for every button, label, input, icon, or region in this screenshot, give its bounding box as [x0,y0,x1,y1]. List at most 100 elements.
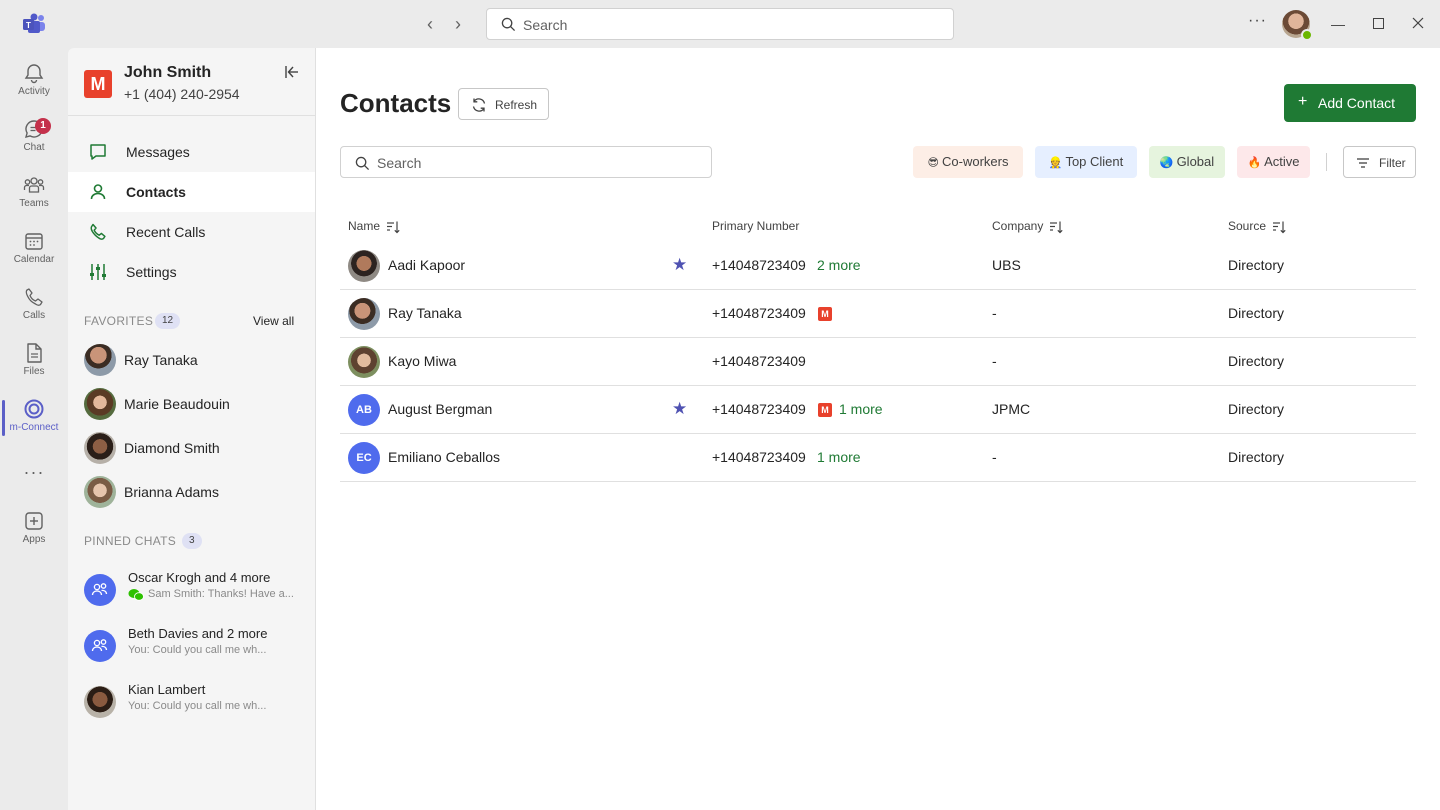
nav-contacts[interactable]: Contacts [68,172,315,212]
calendar-icon [25,233,43,250]
rail-chat[interactable]: 1 Chat [0,114,68,166]
group-icon [91,639,108,652]
favorites-title: FAVORITES [84,314,154,328]
view-all-link[interactable]: View all [253,314,294,328]
table-row[interactable]: EC Emiliano Ceballos +14048723409 1 more… [340,434,1416,482]
more-apps-icon: ··· [23,462,45,482]
table-row[interactable]: Kayo Miwa +14048723409 - Directory [340,338,1416,386]
rail-label: m-Connect [9,422,59,433]
contact-name: August Bergman [388,401,493,417]
user-avatar[interactable] [1282,10,1313,41]
column-header-name[interactable]: Name [348,219,400,234]
favorite-item[interactable]: Ray Tanaka [84,344,304,380]
header-label: Primary Number [712,219,800,233]
message-icon [90,144,106,160]
more-numbers-link[interactable]: 1 more [817,449,861,465]
app-rail: Activity 1 Chat Teams Calendar Calls Fil… [0,48,68,810]
more-options-icon[interactable]: ··· [1248,12,1267,30]
more-numbers-link[interactable]: 1 more [839,401,883,417]
title-bar: T ‹ › Search ··· — [0,0,1440,48]
table-row[interactable]: Aadi Kapoor ★ +14048723409 2 more UBS Di… [340,242,1416,290]
collapse-sidebar-icon[interactable] [284,64,300,80]
person-icon [90,184,106,200]
rail-apps[interactable]: Apps [0,506,68,558]
contact-search-input[interactable]: Search [340,146,712,178]
rail-label: Teams [19,198,49,209]
rail-label: Chat [23,142,45,153]
rail-more-apps[interactable]: ··· [0,458,68,486]
chip-active[interactable]: 🔥 Active [1237,146,1310,178]
minimize-icon[interactable]: — [1328,14,1348,34]
teams-logo-icon: T [23,13,45,33]
rail-teams[interactable]: Teams [0,170,68,222]
page-title: Contacts [340,88,452,118]
chip-label: Global [1176,154,1215,169]
rail-calls[interactable]: Calls [0,282,68,334]
table-row[interactable]: Ray Tanaka +14048723409 M - Directory [340,290,1416,338]
favorite-item[interactable]: Marie Beaudouin [84,388,304,424]
column-header-company[interactable]: Company [992,219,1063,234]
pinned-chat-item[interactable]: Beth Davies and 2 more You: Could you ca… [84,626,308,666]
chip-co-workers[interactable]: 😎 Co-workers [913,146,1023,178]
rail-label: Activity [18,86,50,97]
contact-name: Ray Tanaka [388,305,462,321]
company: UBS [992,257,1021,273]
chat-name: Beth Davies and 2 more [128,626,268,641]
favorite-item[interactable]: Brianna Adams [84,476,304,512]
globe-emoji-icon: 🌏 [1159,157,1174,169]
sort-icon [387,221,400,234]
back-arrow-icon[interactable]: ‹ [420,14,440,34]
close-window-icon[interactable] [1408,14,1428,34]
sort-icon [1273,221,1286,234]
worker-emoji-icon: 👷 [1048,157,1063,169]
rail-calendar[interactable]: Calendar [0,226,68,278]
forward-arrow-icon[interactable]: › [448,14,468,34]
search-icon [355,156,370,171]
source: Directory [1228,401,1285,417]
presence-available-icon [1301,29,1313,41]
more-numbers-link[interactable]: 2 more [817,257,861,273]
chip-global[interactable]: 🌏 Global [1149,146,1225,178]
favorites-count: 12 [155,313,181,329]
mconnect-logo-icon: M [818,307,832,321]
source: Directory [1228,257,1285,273]
sunglasses-emoji-icon: 😎 [927,157,939,169]
pinned-chat-item[interactable]: Kian Lambert You: Could you call me wh..… [84,682,308,722]
rail-activity[interactable]: Activity [0,58,68,110]
chat-preview: Sam Smith: Thanks! Have a... [148,588,294,600]
nav-settings[interactable]: Settings [68,252,315,292]
nav-messages[interactable]: Messages [68,132,315,172]
favorite-item[interactable]: Diamond Smith [84,432,304,468]
avatar [84,344,116,376]
contact-name: Emiliano Ceballos [388,449,501,465]
mconnect-icon [24,399,44,419]
wechat-icon [128,589,144,601]
nav-recent-calls[interactable]: Recent Calls [68,212,315,252]
contact-name: Kayo Miwa [388,353,457,369]
rail-mconnect[interactable]: m-Connect [0,394,68,446]
primary-number: +14048723409 [712,401,806,417]
primary-number: +14048723409 [712,257,806,273]
table-row[interactable]: AB August Bergman ★ +14048723409 M 1 mor… [340,386,1416,434]
sliders-icon [90,264,106,280]
add-contact-button[interactable]: + Add Contact [1284,84,1416,122]
pinned-chat-item[interactable]: Oscar Krogh and 4 more Sam Smith: Thanks… [84,570,308,610]
phone-icon [90,223,106,240]
star-icon[interactable]: ★ [672,399,687,419]
column-header-source[interactable]: Source [1228,219,1286,234]
company: JPMC [992,401,1031,417]
maximize-icon[interactable] [1368,14,1388,34]
global-search-input[interactable]: Search [486,8,954,40]
refresh-button[interactable]: Refresh [458,88,549,120]
filter-icon [1357,158,1369,168]
star-icon[interactable]: ★ [672,255,687,275]
nav-label: Contacts [126,184,186,200]
sidebar: M John Smith +1 (404) 240-2954 Messages … [68,48,316,810]
rail-files[interactable]: Files [0,338,68,390]
favorite-name: Marie Beaudouin [124,396,230,412]
account-phone: +1 (404) 240-2954 [124,86,240,102]
filter-button[interactable]: Filter [1343,146,1416,178]
chip-top-client[interactable]: 👷 Top Client [1035,146,1137,178]
plus-icon: + [1298,93,1308,110]
initials-avatar: EC [348,442,380,474]
